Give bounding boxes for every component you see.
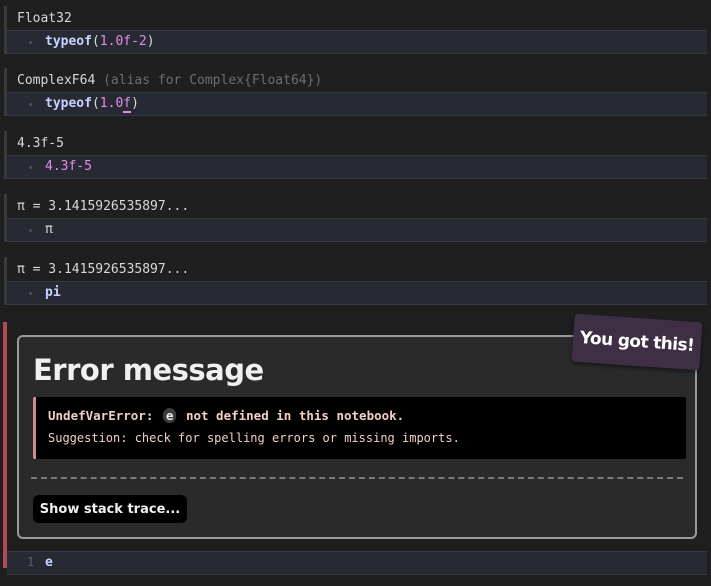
code-input[interactable]: pi — [7, 281, 707, 305]
cell-output: π = 3.1415926535897... — [17, 199, 190, 214]
error-message: not defined in this notebook. — [185, 408, 405, 423]
code-token: 1.0f-2 — [99, 34, 147, 49]
line-marker — [29, 103, 32, 106]
code-input[interactable]: typeof(1.0f-2) — [7, 30, 707, 54]
code-token: ) — [146, 34, 155, 49]
error-cell-rail — [3, 322, 7, 568]
code-input[interactable]: 4.3f-5 — [7, 155, 707, 179]
notebook-cell: 4.3f-5 4.3f-5 — [0, 131, 711, 179]
line-marker — [29, 166, 32, 169]
notebook-cell: Float32 typeof(1.0f-2) — [0, 6, 711, 54]
code-token: 1.0 — [99, 96, 124, 111]
code-line: typeof(1.0f) — [45, 96, 139, 113]
code-token: ) — [131, 96, 139, 111]
badge-text: You got this! — [579, 328, 695, 356]
variable-chip[interactable]: e — [162, 408, 177, 423]
cell-output: π = 3.1415926535897... — [17, 262, 190, 277]
error-suggestion: Suggestion: check for spelling errors or… — [48, 431, 460, 445]
code-input[interactable]: typeof(1.0f) — [7, 92, 707, 116]
divider — [31, 477, 683, 479]
notebook-cell: ComplexF64 (alias for Complex{Float64}) … — [0, 68, 711, 116]
cell-output: ComplexF64 (alias for Complex{Float64}) — [17, 73, 323, 88]
code-line: e — [45, 555, 53, 570]
error-panel: Error message UndefVarError: e not defin… — [17, 335, 697, 539]
cell-output: Float32 — [17, 11, 72, 26]
code-line: pi — [45, 285, 61, 300]
code-token: 4.3f-5 — [45, 159, 92, 174]
encouragement-badge: You got this! — [571, 313, 703, 371]
code-token: pi — [45, 285, 61, 300]
code-token: f — [123, 96, 132, 113]
cell-output: 4.3f-5 — [17, 136, 64, 151]
line-marker — [29, 229, 32, 232]
error-message-box: UndefVarError: e not defined in this not… — [33, 397, 686, 459]
code-token: typeof — [45, 34, 92, 49]
error-type: UndefVarError: — [48, 408, 154, 423]
error-title: Error message — [33, 353, 264, 387]
code-token: ( — [91, 96, 100, 111]
code-line: π — [45, 222, 53, 237]
notebook-cell: π = 3.1415926535897... π — [0, 194, 711, 242]
code-token: typeof — [45, 96, 92, 111]
code-input[interactable]: 1 e — [7, 551, 707, 575]
line-marker — [29, 41, 32, 44]
show-stack-trace-button[interactable]: Show stack trace... — [33, 495, 187, 523]
code-token: ( — [91, 34, 100, 49]
code-input[interactable]: π — [7, 218, 707, 242]
code-token: π — [45, 222, 53, 237]
error-line: UndefVarError: e not defined in this not… — [48, 408, 404, 423]
line-number: 1 — [27, 555, 35, 569]
notebook-cell: π = 3.1415926535897... pi — [0, 257, 711, 305]
code-line: typeof(1.0f-2) — [45, 34, 155, 49]
code-line: 4.3f-5 — [45, 159, 92, 174]
line-marker — [29, 292, 32, 295]
